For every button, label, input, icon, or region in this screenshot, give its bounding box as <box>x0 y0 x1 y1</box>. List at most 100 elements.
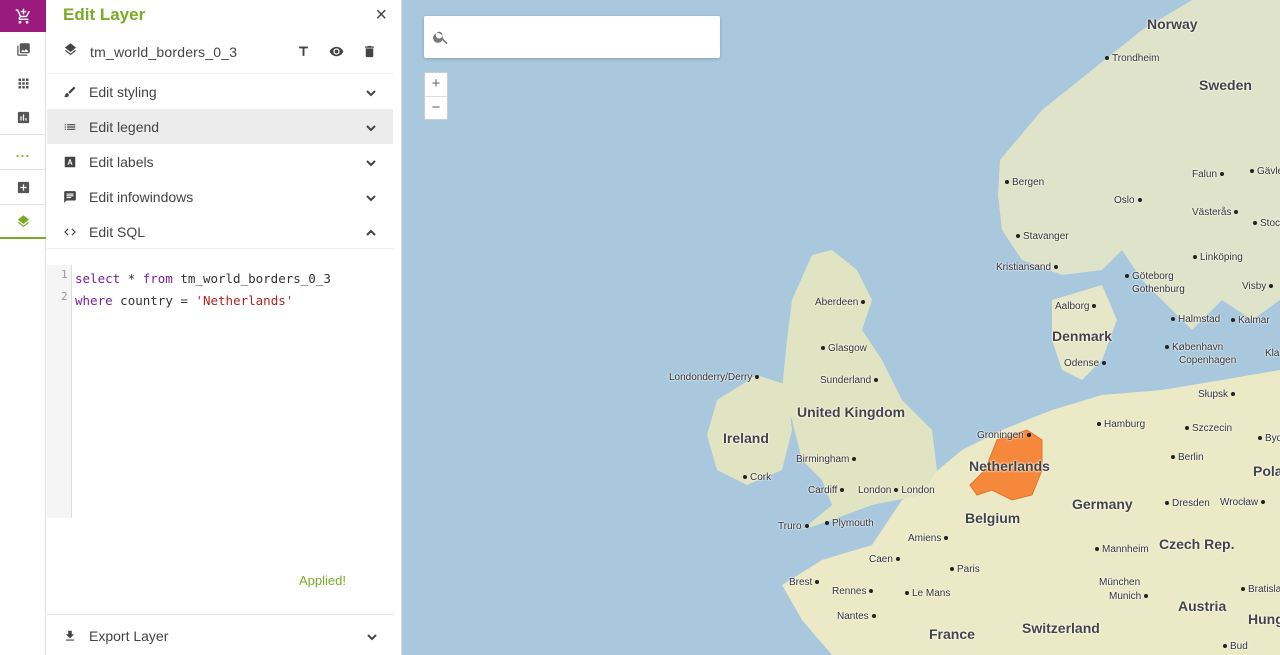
map-label: Sunderland <box>820 375 881 386</box>
image-icon[interactable] <box>0 32 46 66</box>
sql-line-1[interactable]: select * from tm_world_borders_0_3 <box>75 271 331 286</box>
map-label: Germany <box>1072 496 1133 512</box>
map-label-text: Trondheim <box>1112 53 1160 64</box>
map-label-text: Bud <box>1230 641 1248 652</box>
section-edit-sql[interactable]: Edit SQL <box>47 214 393 249</box>
map-label-text: Falun <box>1192 169 1218 180</box>
map-label: Birmingham <box>796 454 859 465</box>
zoom-control: + − <box>424 72 448 120</box>
map-label: Dresden <box>1162 498 1210 509</box>
map-label-text: Cork <box>750 472 772 483</box>
map-label: Odense <box>1064 358 1109 369</box>
map-label: München <box>1099 577 1141 588</box>
map-label: Linköping <box>1190 252 1243 263</box>
map-label-text: Halmstad <box>1178 314 1221 325</box>
panel-header: Edit Layer × <box>47 0 401 30</box>
map-label: Słupsk <box>1198 389 1238 400</box>
map-label: Cardiff <box>808 485 847 496</box>
map-label: Bratislav <box>1238 584 1280 595</box>
map-label: Nantes <box>837 611 879 622</box>
more-dots: ... <box>15 144 31 160</box>
map-label: London London <box>858 485 935 496</box>
sql-text: * <box>120 271 143 286</box>
layer-row: tm_world_borders_0_3 <box>47 30 393 74</box>
map-label: Pola <box>1253 463 1280 479</box>
map-label-text: Odense <box>1064 358 1100 369</box>
map-label: Kla <box>1265 348 1280 359</box>
section-edit-styling[interactable]: Edit styling <box>47 74 393 109</box>
map-label: Hamburg <box>1094 419 1145 430</box>
map-label: Switzerland <box>1022 620 1100 636</box>
map-label-text: Glasgow <box>828 343 867 354</box>
map-label: Le Mans <box>902 588 950 599</box>
map-label-text: Kristiansand <box>996 262 1052 273</box>
map-label: Truro <box>778 521 812 532</box>
map-label-text: Aalborg <box>1055 301 1090 312</box>
sql-text: tm_world_borders_0_3 <box>172 271 331 286</box>
map-label: Aalborg <box>1055 301 1099 312</box>
map-label-text: Truro <box>778 521 802 532</box>
map-label: Copenhagen <box>1179 355 1237 366</box>
map-label-text: Caen <box>869 554 893 565</box>
map-label: Kristiansand <box>996 262 1061 273</box>
map-label: Bud <box>1220 641 1248 652</box>
layers-icon[interactable] <box>0 205 46 239</box>
text-icon[interactable] <box>296 44 311 59</box>
code-icon <box>63 225 79 239</box>
map-search[interactable] <box>424 16 720 58</box>
search-input[interactable] <box>458 29 708 45</box>
map-label: Göteborg <box>1122 271 1174 282</box>
cart-icon[interactable] <box>0 0 46 32</box>
close-icon[interactable]: × <box>375 5 387 25</box>
grid-icon[interactable] <box>0 66 46 100</box>
map-label: Szczecin <box>1182 423 1232 434</box>
map-label: Mannheim <box>1092 544 1149 555</box>
map-label-text: Nantes <box>837 611 869 622</box>
map-label: Amiens <box>908 533 951 544</box>
map-label-text: Dresden <box>1172 498 1210 509</box>
sql-line-2[interactable]: where country = 'Netherlands' <box>75 293 293 308</box>
section-label: Edit legend <box>89 118 160 135</box>
zoom-out-button[interactable]: − <box>425 96 447 119</box>
chart-icon[interactable] <box>0 100 46 134</box>
map-label-text: Groningen <box>977 430 1024 441</box>
map-label: Stavanger <box>1013 231 1069 242</box>
map-label: Glasgow <box>818 343 867 354</box>
map-canvas[interactable]: + − Norway Sweden Trondheim Falun Gävle … <box>402 0 1280 655</box>
map-label: Ireland <box>723 430 769 446</box>
map-label-text: Bratislav <box>1248 584 1280 595</box>
map-label-text: Brest <box>789 577 813 588</box>
chevron-down-icon <box>365 156 377 168</box>
map-label-text: London <box>901 485 935 496</box>
section-edit-labels[interactable]: Edit labels <box>47 144 393 179</box>
map-label-text: Aberdeen <box>815 297 859 308</box>
brush-icon <box>63 85 79 99</box>
chevron-down-icon <box>365 121 377 133</box>
add-icon[interactable] <box>0 170 46 204</box>
map-label: Rennes <box>832 586 876 597</box>
section-edit-infowindows[interactable]: Edit infowindows <box>47 179 393 214</box>
map-label: Hung <box>1248 611 1280 627</box>
basemap <box>402 0 1280 655</box>
map-label-text: Visby <box>1242 281 1267 292</box>
more-dots-icon[interactable]: ... <box>0 135 46 169</box>
section-label: Edit infowindows <box>89 188 194 205</box>
map-label-text: Gävle <box>1257 166 1280 177</box>
zoom-in-button[interactable]: + <box>425 73 447 96</box>
map-label-text: Linköping <box>1200 252 1243 263</box>
map-label: Berlin <box>1168 452 1204 463</box>
map-label-text: Le Mans <box>912 588 951 599</box>
section-edit-legend[interactable]: Edit legend <box>47 109 393 144</box>
map-label-text: Rennes <box>832 586 867 597</box>
applied-status: Applied! <box>299 573 346 588</box>
trash-icon[interactable] <box>362 44 377 59</box>
section-label: Edit labels <box>89 153 154 170</box>
sql-keyword: select <box>75 271 121 286</box>
section-export-layer[interactable]: Export Layer <box>47 618 394 653</box>
line-number: 2 <box>61 290 68 303</box>
map-label: Czech Rep. <box>1159 536 1235 552</box>
eye-icon[interactable] <box>329 44 344 59</box>
map-label-text: Bergen <box>1012 177 1045 188</box>
map-label-text: London <box>858 485 892 496</box>
sql-editor[interactable]: 1 2 select * from tm_world_borders_0_3 w… <box>47 248 394 615</box>
